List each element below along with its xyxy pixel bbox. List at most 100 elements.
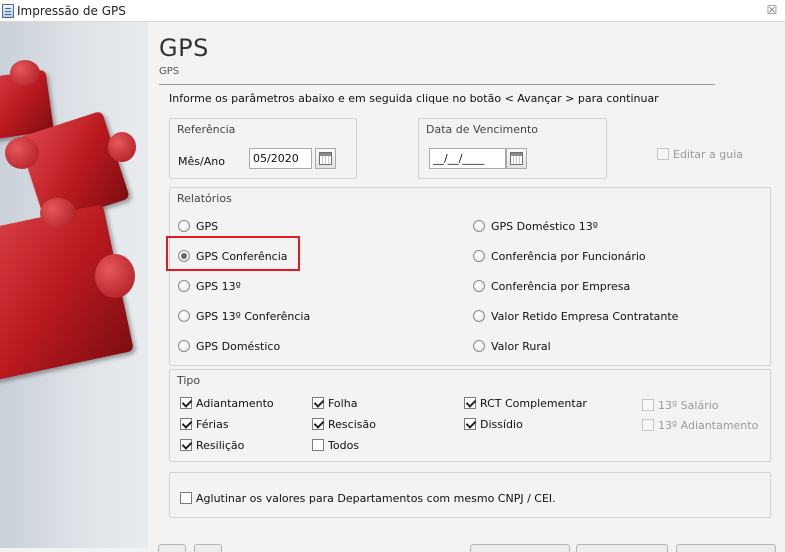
checkbox-label: Folha [328, 396, 358, 410]
radio-conferencia-empresa[interactable]: Conferência por Empresa [473, 277, 630, 295]
radio-gps-domestico[interactable]: GPS Doméstico [178, 337, 280, 355]
close-icon[interactable]: ☒ [765, 3, 779, 17]
checkbox-label: Resilição [196, 438, 245, 452]
radio-button[interactable] [178, 340, 190, 352]
page-subtitle: GPS [159, 66, 180, 77]
calendar-icon [510, 152, 523, 165]
tipo-13-adiantamento[interactable]: 13º Adiantamento [642, 417, 758, 433]
window-titlebar: Impressão de GPS ☒ [0, 0, 785, 22]
radio-gps-domestico-13[interactable]: GPS Doméstico 13º [473, 217, 598, 235]
puzzle-knob [5, 137, 39, 169]
radio-label: Valor Retido Empresa Contratante [491, 309, 679, 323]
vencimento-input[interactable] [429, 148, 506, 169]
puzzle-illustration [0, 22, 148, 548]
radio-label: GPS 13º Conferência [196, 309, 311, 323]
radio-label: Conferência por Empresa [491, 279, 631, 293]
tipo-adiantamento[interactable]: Adiantamento [180, 395, 274, 411]
checkbox-label: Dissídio [480, 417, 523, 431]
vencimento-group: Data de Vencimento [418, 118, 607, 179]
vencimento-calendar-button[interactable] [506, 148, 527, 169]
checkbox-label: 13º Adiantamento [658, 418, 759, 432]
checkbox[interactable] [180, 439, 192, 451]
checkbox[interactable] [464, 418, 476, 430]
tipo-ferias[interactable]: Férias [180, 416, 229, 432]
checkbox-label: Férias [196, 417, 229, 431]
puzzle-knob [95, 254, 135, 298]
referencia-group-label: Referência [177, 123, 236, 136]
radio-valor-retido[interactable]: Valor Retido Empresa Contratante [473, 307, 678, 325]
editar-guia-label: Editar a guia [673, 147, 744, 161]
checkbox[interactable] [642, 419, 654, 431]
checkbox[interactable] [464, 397, 476, 409]
radio-button[interactable] [473, 340, 485, 352]
radio-button[interactable] [473, 220, 485, 232]
tipo-todos[interactable]: Todos [312, 437, 359, 453]
checkbox[interactable] [312, 397, 324, 409]
radio-gps-13-conferencia[interactable]: GPS 13º Conferência [178, 307, 310, 325]
wizard-panel: GPS GPS Informe os parâmetros abaixo e e… [148, 22, 785, 552]
aglutinar-checkbox[interactable] [180, 492, 192, 504]
tipo-resilicao[interactable]: Resilição [180, 437, 244, 453]
radio-label: Conferência por Funcionário [491, 249, 646, 263]
mes-ano-calendar-button[interactable] [315, 148, 336, 169]
tipo-group-label: Tipo [177, 374, 201, 387]
calendar-icon [319, 152, 332, 165]
radio-button[interactable] [473, 310, 485, 322]
tipo-dissidio[interactable]: Dissídio [464, 416, 523, 432]
footer-button[interactable] [470, 544, 570, 552]
mes-ano-label: Mês/Ano [178, 155, 225, 168]
aglutinar-checkbox-row[interactable]: Aglutinar os valores para Departamentos … [180, 490, 556, 506]
radio-gps[interactable]: GPS [178, 217, 218, 235]
checkbox-label: Adiantamento [196, 396, 274, 410]
checkbox-label: RCT Complementar [480, 396, 587, 410]
highlight-box [166, 236, 300, 271]
radio-label: GPS 13º [196, 279, 241, 293]
aglutinar-group: Aglutinar os valores para Departamentos … [169, 472, 771, 518]
radio-label: GPS Doméstico [196, 339, 281, 353]
editar-guia-checkbox[interactable] [657, 148, 669, 160]
checkbox[interactable] [312, 418, 324, 430]
footer-button[interactable] [158, 544, 186, 552]
relatorios-group: Relatórios GPS GPS Conferência GPS 13º G… [169, 187, 771, 366]
radio-button[interactable] [178, 280, 190, 292]
radio-label: GPS [196, 219, 219, 233]
footer-button[interactable] [576, 544, 668, 552]
tipo-rescisao[interactable]: Rescisão [312, 416, 376, 432]
radio-valor-rural[interactable]: Valor Rural [473, 337, 551, 355]
relatorios-group-label: Relatórios [177, 192, 232, 205]
radio-label: Valor Rural [491, 339, 551, 353]
checkbox[interactable] [312, 439, 324, 451]
footer-button[interactable] [676, 544, 776, 552]
radio-label: GPS Doméstico 13º [491, 219, 598, 233]
radio-button[interactable] [178, 310, 190, 322]
tipo-group: Tipo Adiantamento Férias Resilição Folha… [169, 369, 771, 462]
checkbox-label: 13º Salário [658, 398, 719, 412]
referencia-group: Referência Mês/Ano [169, 118, 357, 179]
instruction-text: Informe os parâmetros abaixo e em seguid… [169, 92, 659, 105]
editar-guia-checkbox-row[interactable]: Editar a guia [657, 146, 743, 162]
puzzle-knob [10, 60, 40, 86]
radio-gps-13[interactable]: GPS 13º [178, 277, 241, 295]
radio-button[interactable] [178, 220, 190, 232]
tipo-rct-complementar[interactable]: RCT Complementar [464, 395, 587, 411]
checkbox[interactable] [642, 399, 654, 411]
footer-button[interactable] [194, 544, 222, 552]
document-icon [2, 4, 14, 18]
radio-button[interactable] [473, 280, 485, 292]
puzzle-knob [108, 132, 136, 162]
window-title: Impressão de GPS [17, 4, 126, 18]
checkbox[interactable] [180, 397, 192, 409]
header-divider [159, 84, 715, 85]
page-title: GPS [159, 34, 209, 62]
checkbox-label: Todos [328, 438, 360, 452]
vencimento-group-label: Data de Vencimento [426, 123, 539, 136]
checkbox-label: Rescisão [328, 417, 376, 431]
mes-ano-input[interactable] [249, 148, 312, 169]
checkbox[interactable] [180, 418, 192, 430]
tipo-folha[interactable]: Folha [312, 395, 357, 411]
puzzle-knob [40, 198, 76, 228]
aglutinar-label: Aglutinar os valores para Departamentos … [196, 491, 556, 505]
radio-conferencia-funcionario[interactable]: Conferência por Funcionário [473, 247, 646, 265]
tipo-13-salario[interactable]: 13º Salário [642, 397, 719, 413]
radio-button[interactable] [473, 250, 485, 262]
